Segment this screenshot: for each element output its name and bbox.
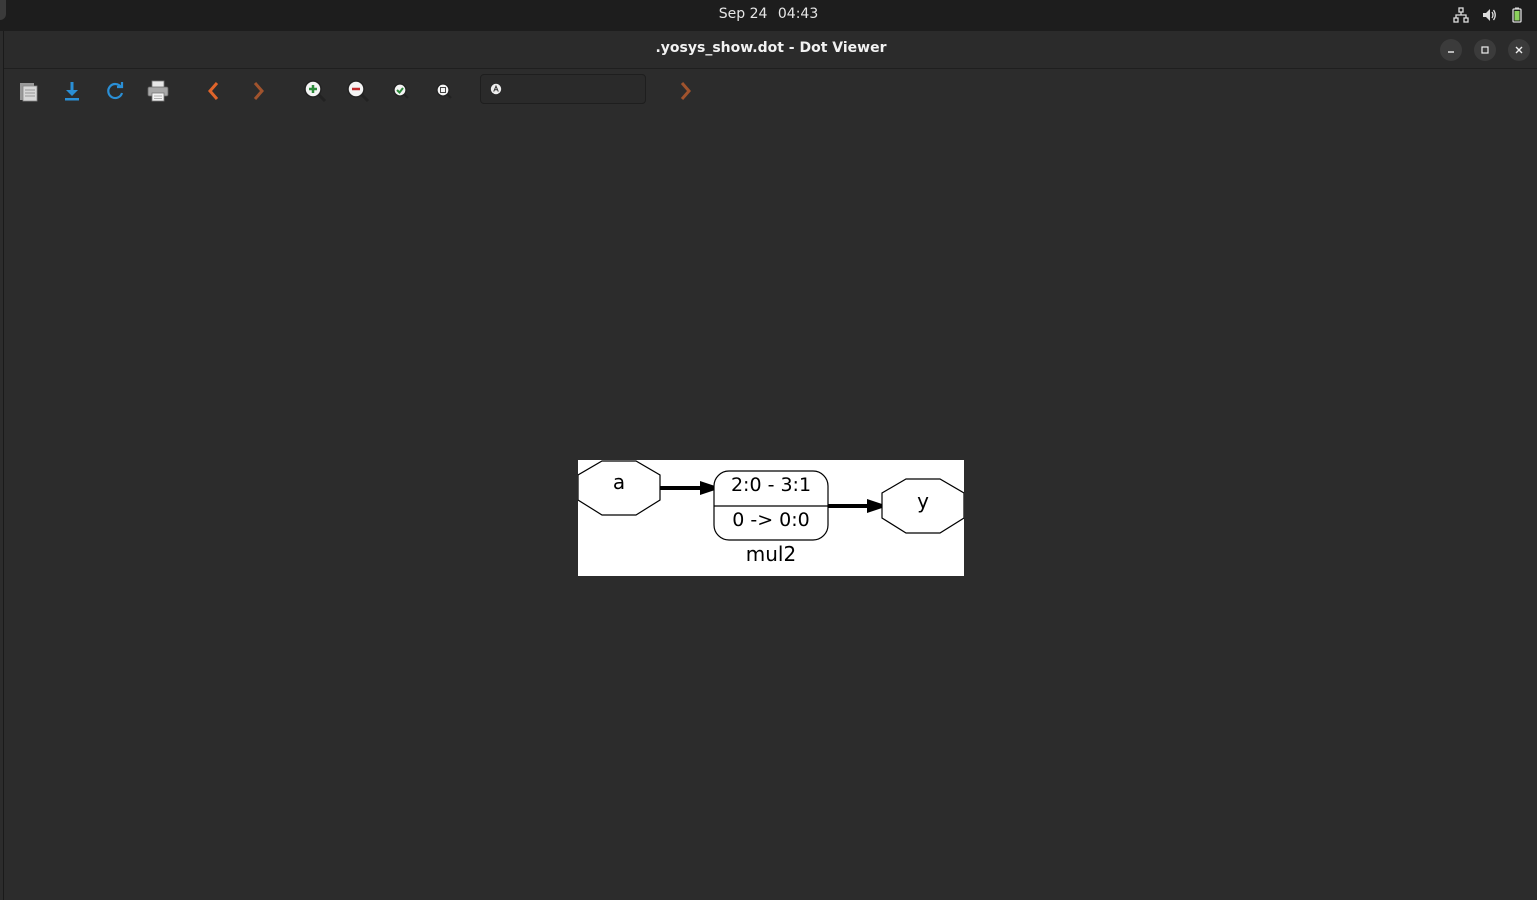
reload-button[interactable]: [101, 77, 129, 105]
system-tray[interactable]: [1453, 7, 1525, 23]
zoom-out-icon: [347, 80, 370, 103]
volume-icon[interactable]: [1481, 7, 1497, 23]
forward-icon: [253, 82, 264, 100]
forward-button[interactable]: [244, 77, 272, 105]
back-button[interactable]: [200, 77, 228, 105]
save-download-icon: [65, 82, 79, 101]
find-next-button[interactable]: [671, 77, 699, 105]
battery-icon[interactable]: [1509, 7, 1525, 23]
window-controls: [1440, 39, 1530, 61]
save-button[interactable]: [58, 77, 86, 105]
zoom-100-icon: [436, 83, 452, 99]
clock[interactable]: Sep 24 04:43: [0, 6, 1537, 22]
search-input[interactable]: [509, 79, 643, 101]
restore-button[interactable]: [1474, 39, 1496, 61]
search-box[interactable]: [480, 74, 646, 104]
zoom-in-icon: [304, 80, 327, 103]
clock-time: 04:43: [777, 6, 819, 22]
network-icon[interactable]: [1453, 7, 1469, 23]
reload-icon: [107, 82, 124, 100]
print-icon: [147, 80, 169, 102]
window-title: .yosys_show.dot - Dot Viewer: [655, 40, 887, 56]
search-icon: [490, 83, 502, 95]
print-button[interactable]: [144, 77, 172, 105]
back-icon: [208, 82, 219, 100]
minimize-button[interactable]: [1440, 39, 1462, 61]
zoom-in-button[interactable]: [301, 77, 329, 105]
zoom-out-button[interactable]: [344, 77, 372, 105]
cell-top-label: 2:0 - 3:1: [731, 474, 811, 496]
graph-canvas[interactable]: a 2:0 - 3:1 0 -> 0:0 y mul2: [578, 460, 964, 576]
output-node-label: y: [917, 489, 929, 513]
open-file-icon: [20, 83, 38, 102]
zoom-fit-button[interactable]: [387, 77, 415, 105]
cell-bottom-label: 0 -> 0:0: [732, 509, 810, 531]
restore-icon: [1481, 46, 1489, 54]
system-top-bar: Sep 24 04:43: [0, 0, 1537, 31]
minimize-icon: [1448, 51, 1454, 53]
toolbar: [4, 69, 1537, 111]
zoom-fit-icon: [393, 83, 409, 99]
graph-label: mul2: [746, 542, 796, 566]
open-file-button[interactable]: [15, 77, 43, 105]
clock-date: Sep 24: [718, 6, 768, 22]
close-button[interactable]: [1508, 39, 1530, 61]
close-icon: [1515, 46, 1523, 54]
graph-svg: a 2:0 - 3:1 0 -> 0:0 y mul2: [578, 460, 964, 566]
input-node-label: a: [613, 470, 625, 494]
zoom-100-button[interactable]: [430, 77, 458, 105]
dot-viewer-window: .yosys_show.dot - Dot Viewer a 2:0 - 3:1…: [3, 31, 1537, 900]
find-next-icon: [680, 82, 691, 100]
window-titlebar[interactable]: .yosys_show.dot - Dot Viewer: [4, 31, 1537, 69]
